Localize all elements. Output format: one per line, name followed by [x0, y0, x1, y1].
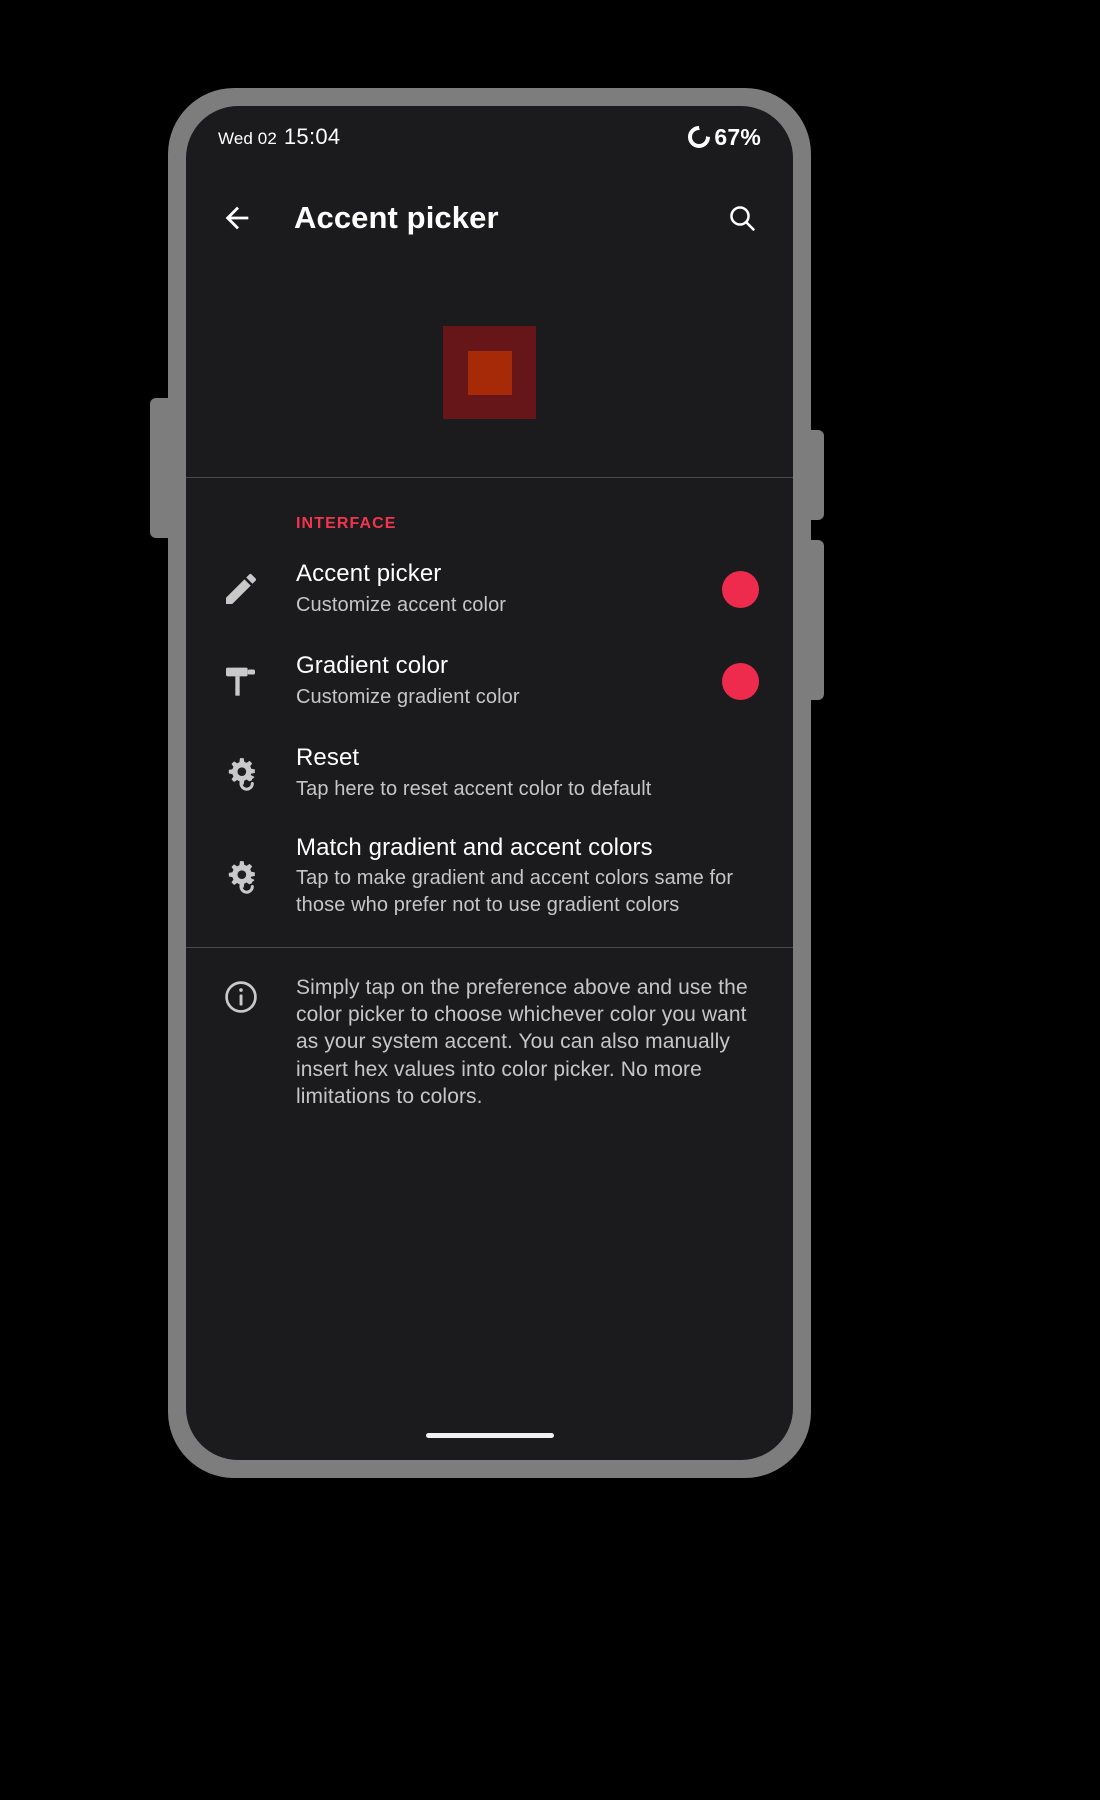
paint-roller-icon	[226, 667, 255, 696]
pref-title: Accent picker	[296, 560, 442, 588]
arrow-left-icon	[225, 206, 249, 230]
gradient-color-swatch[interactable]	[722, 662, 759, 700]
pref-text: Reset Tap here to reset accent color to …	[296, 743, 765, 802]
info-icon	[225, 981, 257, 1013]
accent-preview-inner-square	[467, 350, 512, 395]
gear-refresh-icon	[228, 758, 255, 791]
status-clock: 15:04	[283, 124, 341, 149]
footer-info-row: Simply tap on the preference above and u…	[186, 948, 793, 1110]
battery-percentage: 67%	[714, 123, 761, 150]
pref-row-match-colors[interactable]: Match gradient and accent colors Tap to …	[186, 819, 793, 933]
pref-row-gradient-color[interactable]: Gradient color Customize gradient color	[186, 635, 793, 727]
pref-summary: Tap to make gradient and accent colors s…	[296, 867, 734, 917]
pref-icon-wrap	[186, 569, 296, 609]
info-icon-wrap	[186, 974, 296, 1110]
accent-preview-outer-square	[443, 326, 536, 419]
settings-list: INTERFACE Accent picker Customize accent…	[186, 479, 793, 1110]
pref-summary: Customize gradient color	[296, 685, 520, 708]
pref-text: Gradient color Customize gradient color	[296, 651, 722, 710]
status-date: Wed 02	[218, 129, 277, 148]
page-title: Accent picker	[294, 200, 499, 235]
pref-title: Reset	[296, 744, 360, 772]
footer-info-text: Simply tap on the preference above and u…	[296, 975, 748, 1109]
screenshot-root: Wed 02 15:04 67% Accent picker INTERFACE…	[0, 0, 1100, 1800]
pref-icon-wrap	[186, 661, 296, 701]
pref-title: Match gradient and accent colors	[296, 834, 653, 861]
accent-color-swatch[interactable]	[722, 570, 759, 608]
pref-summary: Tap here to reset accent color to defaul…	[296, 777, 652, 800]
pref-title: Gradient color	[296, 652, 449, 680]
gear-refresh-icon	[228, 861, 255, 894]
phone-screen: Wed 02 15:04 67% Accent picker INTERFACE…	[186, 106, 793, 1460]
section-header-interface: INTERFACE	[296, 515, 397, 532]
battery-ring-icon	[688, 126, 711, 148]
pref-text: Match gradient and accent colors Tap to …	[296, 833, 765, 919]
status-bar-left: Wed 02 15:04	[218, 124, 340, 150]
home-gesture-bar[interactable]	[425, 1433, 554, 1438]
phone-volume-button[interactable]	[808, 430, 824, 520]
search-button[interactable]	[719, 195, 765, 241]
accent-preview-area	[186, 268, 793, 478]
pref-row-accent-picker[interactable]: Accent picker Customize accent color	[186, 543, 793, 635]
status-bar-right: 67%	[688, 124, 761, 151]
pref-summary: Customize accent color	[296, 593, 507, 616]
pref-row-reset[interactable]: Reset Tap here to reset accent color to …	[186, 727, 793, 819]
pencil-icon	[226, 573, 257, 604]
back-button[interactable]	[214, 195, 260, 241]
pref-icon-wrap	[186, 753, 296, 793]
phone-left-button[interactable]	[150, 398, 170, 538]
status-bar: Wed 02 15:04 67%	[186, 106, 793, 168]
app-bar: Accent picker	[186, 168, 793, 268]
pref-text: Accent picker Customize accent color	[296, 559, 722, 618]
search-icon	[730, 206, 755, 231]
pref-icon-wrap	[186, 856, 296, 896]
phone-power-button[interactable]	[808, 540, 824, 700]
